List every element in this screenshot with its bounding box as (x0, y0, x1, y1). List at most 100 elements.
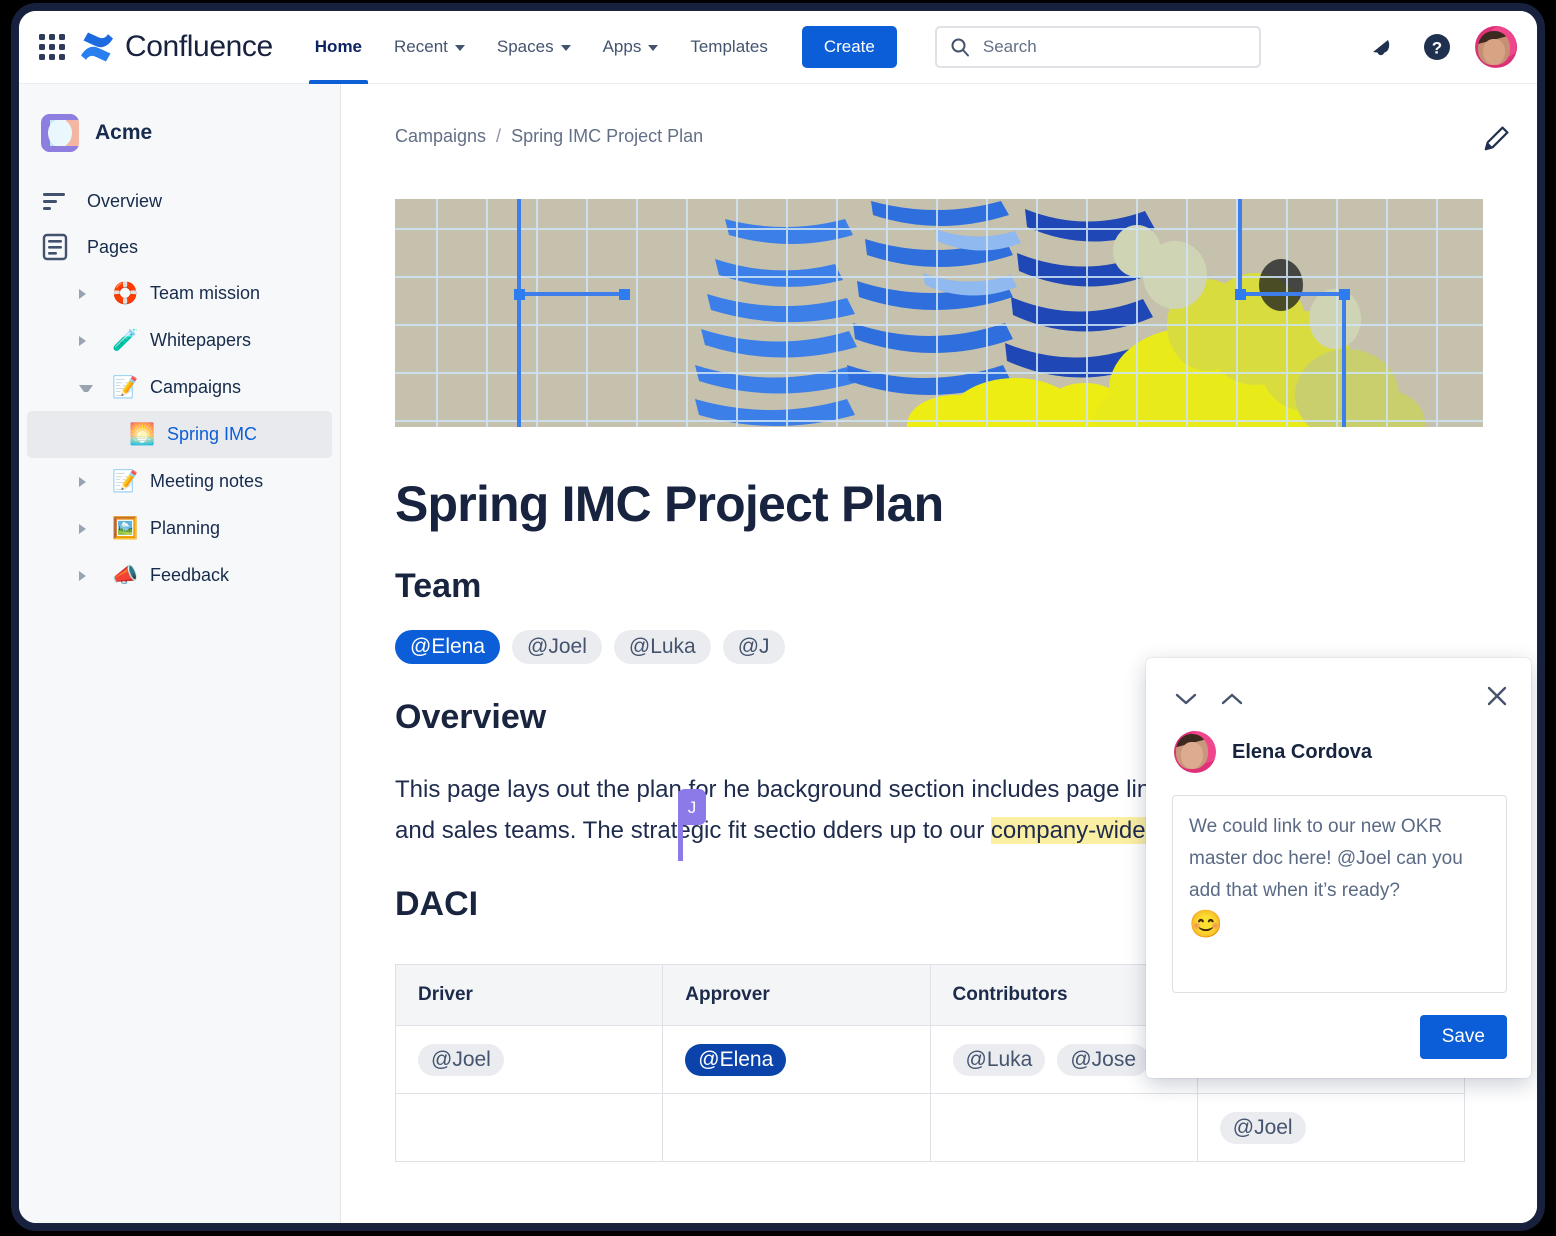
sidebar-page-meeting-notes-label: Meeting notes (150, 471, 264, 491)
selection-line (1238, 292, 1346, 296)
overview-text-1: This page lays out the plan for (395, 776, 717, 803)
mention-pill-jose[interactable]: @Jose (1057, 1043, 1150, 1076)
nav-home-label: Home (314, 37, 363, 56)
nav-apps[interactable]: Apps (587, 11, 675, 84)
column-header-driver: Driver (394, 964, 664, 1026)
page-emoji-icon: 📣 (112, 564, 139, 587)
selection-handle[interactable] (514, 289, 525, 300)
breadcrumb-parent[interactable]: Campaigns (395, 126, 486, 147)
cell-contributors[interactable] (929, 1093, 1198, 1162)
bell-icon[interactable] (1363, 29, 1399, 65)
chevron-right-icon[interactable] (79, 523, 93, 534)
collaborator-cursor: J (678, 789, 706, 861)
save-button[interactable]: Save (1419, 1015, 1507, 1059)
nav-spaces[interactable]: Spaces (481, 11, 587, 84)
nav-home[interactable]: Home (299, 11, 378, 84)
sidebar-page-team-mission-label: Team mission (150, 283, 261, 303)
app-window: Confluence Home Recent Spaces Apps Templ… (18, 10, 1538, 1224)
chevron-down-icon (454, 45, 465, 51)
comment-actions: Save (1146, 993, 1531, 1059)
search-input[interactable] (934, 26, 1261, 68)
inline-comment-popup: Elena Cordova We could link to our new O… (1146, 658, 1531, 1078)
nav-templates[interactable]: Templates (674, 11, 783, 84)
confluence-logo-icon (79, 31, 115, 63)
sidebar-item-pages[interactable]: Pages (19, 224, 340, 270)
section-heading-team: Team (395, 567, 482, 605)
page-emoji-icon: 🌅 (129, 423, 156, 446)
chevron-right-icon[interactable] (79, 288, 93, 299)
comment-emoji: 😊 (1189, 909, 1223, 939)
overview-text-4: dders up to our (822, 817, 991, 844)
mention-pill-joel[interactable]: @Joel (1219, 1111, 1306, 1144)
selection-handle[interactable] (619, 289, 630, 300)
sidebar-page-feedback[interactable]: 📣 Feedback (27, 552, 332, 599)
page-emoji-icon: 🛟 (112, 282, 139, 305)
chevron-right-icon[interactable] (79, 335, 93, 346)
cell-driver[interactable] (394, 1093, 664, 1162)
sidebar-page-whitepapers-label: Whitepapers (150, 330, 252, 350)
help-circle-icon[interactable]: ? (1419, 29, 1455, 65)
space-header[interactable]: Acme (19, 84, 340, 152)
mention-pill-joel[interactable]: @Joel (418, 1043, 504, 1076)
sidebar-page-feedback-label: Feedback (150, 565, 230, 585)
svg-text:?: ? (1432, 39, 1442, 58)
comment-input[interactable]: We could link to our new OKR master doc … (1172, 795, 1507, 993)
space-name: Acme (95, 121, 153, 144)
user-avatar[interactable] (1475, 26, 1517, 68)
cell-approver[interactable] (662, 1093, 931, 1162)
chevron-right-icon[interactable] (79, 476, 93, 487)
page-cover-image (395, 199, 1483, 427)
confluence-logo-home-link[interactable]: Confluence (79, 30, 273, 64)
sidebar-page-team-mission[interactable]: 🛟 Team mission (27, 270, 332, 317)
space-sidebar: Acme Overview Pages 🛟 Team mission 🧪 Whi… (19, 84, 341, 1223)
selection-line (1342, 292, 1346, 427)
pencil-edit-icon[interactable] (1481, 124, 1511, 159)
selection-line (517, 292, 625, 296)
mention-pill-joel[interactable]: @Joel (512, 630, 602, 664)
cell-informed[interactable]: @Joel (1196, 1093, 1466, 1162)
page-emoji-icon: 📝 (112, 470, 139, 493)
comment-popup-toolbar (1146, 658, 1531, 713)
search-container (934, 26, 1261, 68)
chevron-down-icon[interactable] (79, 385, 93, 392)
sidebar-page-whitepapers[interactable]: 🧪 Whitepapers (27, 317, 332, 364)
sidebar-page-planning[interactable]: 🖼️ Planning (27, 505, 332, 552)
sidebar-page-campaigns[interactable]: 📝 Campaigns (27, 364, 332, 411)
selection-line (517, 292, 521, 427)
sidebar-item-overview-label: Overview (87, 190, 163, 211)
chevron-down-icon[interactable] (1174, 687, 1198, 711)
nav-apps-label: Apps (602, 37, 642, 56)
comment-author-name: Elena Cordova (1232, 740, 1373, 763)
acme-space-logo (41, 114, 79, 152)
nav-recent[interactable]: Recent (378, 11, 481, 84)
selection-handle[interactable] (1235, 289, 1246, 300)
image-grid-overlay (395, 199, 1483, 427)
cell-driver[interactable]: @Joel (394, 1025, 664, 1094)
selection-handle[interactable] (1339, 289, 1350, 300)
sidebar-nav-list: Overview Pages 🛟 Team mission 🧪 Whitepap… (19, 178, 340, 599)
nav-spaces-label: Spaces (496, 37, 554, 56)
create-button[interactable]: Create (801, 26, 897, 68)
mention-pill-truncated[interactable]: @J (722, 630, 785, 664)
chevron-right-icon[interactable] (79, 570, 93, 581)
sidebar-page-spring-imc[interactable]: 🌅 Spring IMC (27, 411, 332, 458)
sidebar-page-planning-label: Planning (150, 518, 221, 538)
cell-approver[interactable]: @Elena (662, 1025, 931, 1094)
overview-lines-icon (41, 190, 69, 212)
mention-pill-elena[interactable]: @Elena (685, 1043, 787, 1076)
grid-apps-icon[interactable] (35, 30, 69, 64)
close-x-icon[interactable] (1485, 684, 1509, 713)
page-emoji-icon: 🖼️ (112, 517, 139, 540)
mention-pill-elena[interactable]: @Elena (395, 630, 501, 664)
page-content-area: Campaigns / Spring IMC Project Plan Spri… (341, 84, 1537, 1223)
mention-pill-luka[interactable]: @Luka (613, 630, 711, 664)
sidebar-page-meeting-notes[interactable]: 📝 Meeting notes (27, 458, 332, 505)
page-title: Spring IMC Project Plan (395, 476, 944, 532)
sidebar-item-overview[interactable]: Overview (19, 178, 340, 224)
column-header-approver: Approver (662, 964, 931, 1026)
collaborator-cursor-initial: J (678, 789, 706, 825)
breadcrumb-current[interactable]: Spring IMC Project Plan (511, 126, 703, 147)
nav-templates-label: Templates (690, 37, 768, 56)
chevron-up-icon[interactable] (1220, 687, 1244, 711)
mention-pill-luka[interactable]: @Luka (952, 1043, 1046, 1076)
